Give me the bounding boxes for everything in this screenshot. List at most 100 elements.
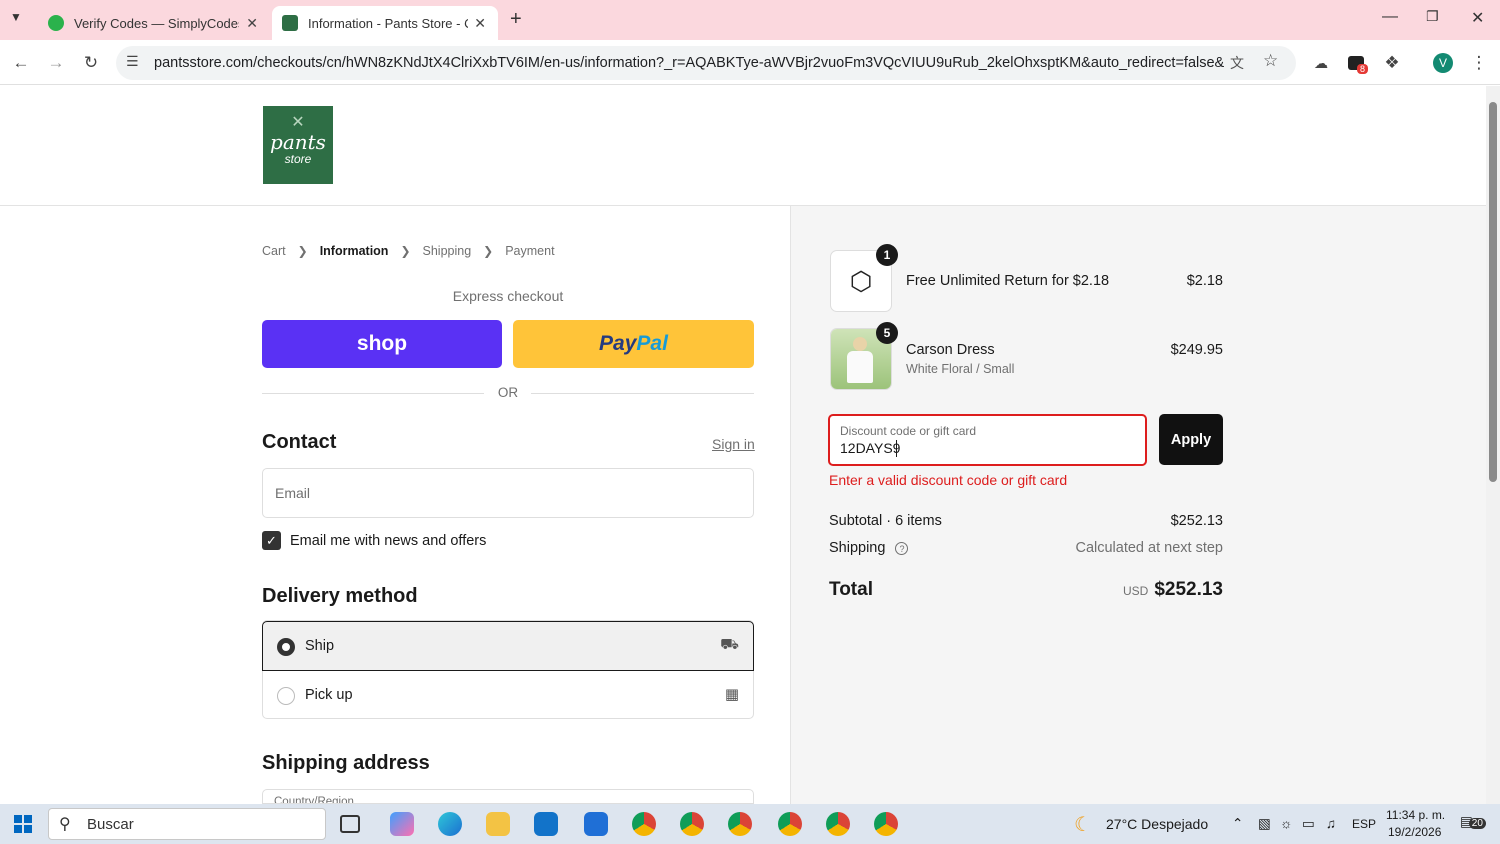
newsletter-label: Email me with news and offers — [290, 533, 487, 549]
ship-radio[interactable] — [277, 638, 295, 656]
total-row: Total USD $252.13 — [829, 579, 1223, 601]
apply-button[interactable]: Apply — [1159, 414, 1223, 465]
help-circle-icon[interactable]: ? — [895, 542, 909, 555]
chrome-profile-m2-icon[interactable] — [826, 812, 850, 836]
breadcrumb-cart[interactable]: Cart — [262, 244, 286, 258]
pants-store-favicon-icon — [282, 15, 298, 31]
total-amount: USD $252.13 — [1123, 579, 1223, 601]
email-placeholder: Email — [275, 485, 311, 501]
clock-date[interactable]: 19/2/2026 — [1388, 825, 1441, 839]
taskbar-search[interactable]: ⚲ Buscar — [48, 808, 326, 840]
browser-toolbar: ← → ↻ ☰ pantsstore.com/checkouts/cn/hWN8… — [0, 40, 1500, 85]
moon-icon: ☾ — [1074, 814, 1092, 836]
chevron-right-icon: ❯ — [297, 244, 308, 258]
profile-avatar[interactable]: V — [1430, 50, 1456, 76]
clock-time[interactable]: 11:34 p. m. — [1386, 808, 1445, 822]
minimize-button[interactable]: — — [1382, 8, 1398, 26]
performance-icon[interactable]: ☁ — [1308, 50, 1334, 76]
close-window-button[interactable]: ✕ — [1471, 8, 1484, 28]
logo-mark-icon: ✕ — [291, 114, 305, 131]
quantity-badge: 5 — [876, 322, 898, 344]
chevron-right-icon: ❯ — [400, 244, 411, 258]
chevron-right-icon: ❯ — [483, 244, 494, 258]
translate-icon[interactable]: 文 — [1230, 53, 1244, 73]
simplycodes-favicon-icon — [48, 15, 64, 31]
delivery-option-pickup[interactable]: Pick up ▦ — [263, 671, 753, 720]
sign-in-link[interactable]: Sign in — [712, 436, 755, 452]
store-logo[interactable]: ✕ pants store — [263, 106, 333, 184]
item-variant: White Floral / Small — [906, 362, 1015, 376]
divider — [531, 393, 754, 394]
menu-kebab-icon[interactable]: ⋮ — [1466, 50, 1492, 76]
notification-count: 20 — [1468, 818, 1486, 829]
shipping-label: Shipping — [829, 540, 886, 556]
tab-simplycodes[interactable]: Verify Codes — SimplyCodes ✕ — [38, 6, 270, 40]
display-icon[interactable]: ▭ — [1302, 816, 1315, 832]
edge-icon[interactable] — [438, 812, 462, 836]
weather[interactable]: 27°C Despejado — [1106, 816, 1208, 832]
chrome-profile-y-icon[interactable] — [680, 812, 704, 836]
language-indicator[interactable]: ESP — [1352, 817, 1376, 831]
email-field[interactable]: Email — [262, 468, 754, 518]
store-icon: ▦ — [724, 686, 739, 703]
newsletter-checkbox[interactable]: ✓ — [262, 531, 281, 550]
store-header: ✕ pants store — [0, 86, 1486, 206]
chrome-profile-m-icon[interactable] — [728, 812, 752, 836]
wifi-icon[interactable]: ☼ — [1280, 816, 1292, 831]
country-select[interactable]: Country/Region — [262, 789, 754, 804]
delivery-method-group: Ship ⛟ Pick up ▦ — [262, 620, 754, 719]
breadcrumb-information: Information — [319, 244, 389, 258]
page-scrollbar[interactable] — [1486, 86, 1500, 804]
tab-title: Verify Codes — SimplyCodes — [74, 15, 239, 31]
delivery-method-heading: Delivery method — [262, 585, 418, 607]
pickup-radio[interactable] — [277, 687, 295, 705]
shop-pay-button[interactable]: shop — [262, 320, 502, 368]
copilot-icon[interactable] — [390, 812, 414, 836]
show-hidden-icons-icon[interactable]: ⌃ — [1232, 816, 1243, 832]
forward-icon[interactable]: → — [43, 50, 69, 76]
total-value: $252.13 — [1154, 579, 1223, 600]
logo-line2: store — [284, 152, 312, 166]
reload-icon[interactable]: ↻ — [78, 50, 104, 76]
task-view-icon[interactable] — [340, 815, 360, 833]
subtotal-value: $252.13 — [1170, 513, 1223, 529]
notifications-icon[interactable]: ▤20 — [1460, 814, 1486, 830]
address-bar[interactable]: ☰ pantsstore.com/checkouts/cn/hWN8zKNdJt… — [116, 46, 1296, 80]
delivery-option-ship[interactable]: Ship ⛟ — [262, 621, 754, 671]
scrollbar-thumb[interactable] — [1489, 102, 1497, 482]
extensions-puzzle-icon[interactable]: ❖ — [1379, 50, 1405, 76]
chrome-profile-a-icon[interactable] — [632, 812, 656, 836]
item-price: $2.18 — [1186, 273, 1223, 289]
paypal-button[interactable]: Pay Pal — [513, 320, 754, 368]
discount-code-input[interactable]: Discount code or gift card 12DAYS9 — [828, 414, 1147, 466]
volume-icon[interactable]: ♫ — [1326, 816, 1336, 831]
outlook-icon[interactable] — [534, 812, 558, 836]
subtotal-label: Subtotal · 6 items — [829, 513, 942, 529]
close-tab-icon[interactable]: ✕ — [246, 15, 258, 32]
windows-start-icon[interactable] — [14, 815, 32, 833]
discount-label: Discount code or gift card — [840, 424, 977, 438]
tab-list-button[interactable]: ▼ — [10, 10, 22, 24]
site-info-icon[interactable]: ☰ — [126, 53, 139, 70]
country-label: Country/Region — [274, 796, 354, 804]
extension-simplycodes-icon[interactable]: 8 — [1343, 50, 1369, 76]
tab-pants-store[interactable]: Information - Pants Store - Checkout ✕ — [272, 6, 498, 40]
extension-badge: 8 — [1357, 64, 1369, 74]
restore-button[interactable]: ❐ — [1426, 8, 1439, 25]
chrome-profile-icon[interactable] — [874, 812, 898, 836]
store-app-icon[interactable] — [584, 812, 608, 836]
network-icon[interactable]: ▧ — [1258, 816, 1271, 832]
shop-pay-label: shop — [356, 332, 408, 355]
file-explorer-icon[interactable] — [486, 812, 510, 836]
new-tab-button[interactable]: + — [510, 8, 522, 31]
breadcrumb-payment: Payment — [505, 244, 555, 258]
search-icon: ⚲ — [59, 816, 71, 833]
back-icon[interactable]: ← — [8, 50, 34, 76]
chrome-profile-v-icon[interactable] — [778, 812, 802, 836]
discount-error: Enter a valid discount code or gift card — [829, 472, 1068, 488]
order-summary-panel — [790, 206, 1486, 804]
close-tab-icon[interactable]: ✕ — [474, 15, 486, 32]
url-text[interactable]: pantsstore.com/checkouts/cn/hWN8zKNdJtX4… — [154, 55, 1224, 71]
bookmark-star-icon[interactable]: ☆ — [1263, 51, 1278, 71]
truck-icon: ⛟ — [720, 636, 739, 653]
